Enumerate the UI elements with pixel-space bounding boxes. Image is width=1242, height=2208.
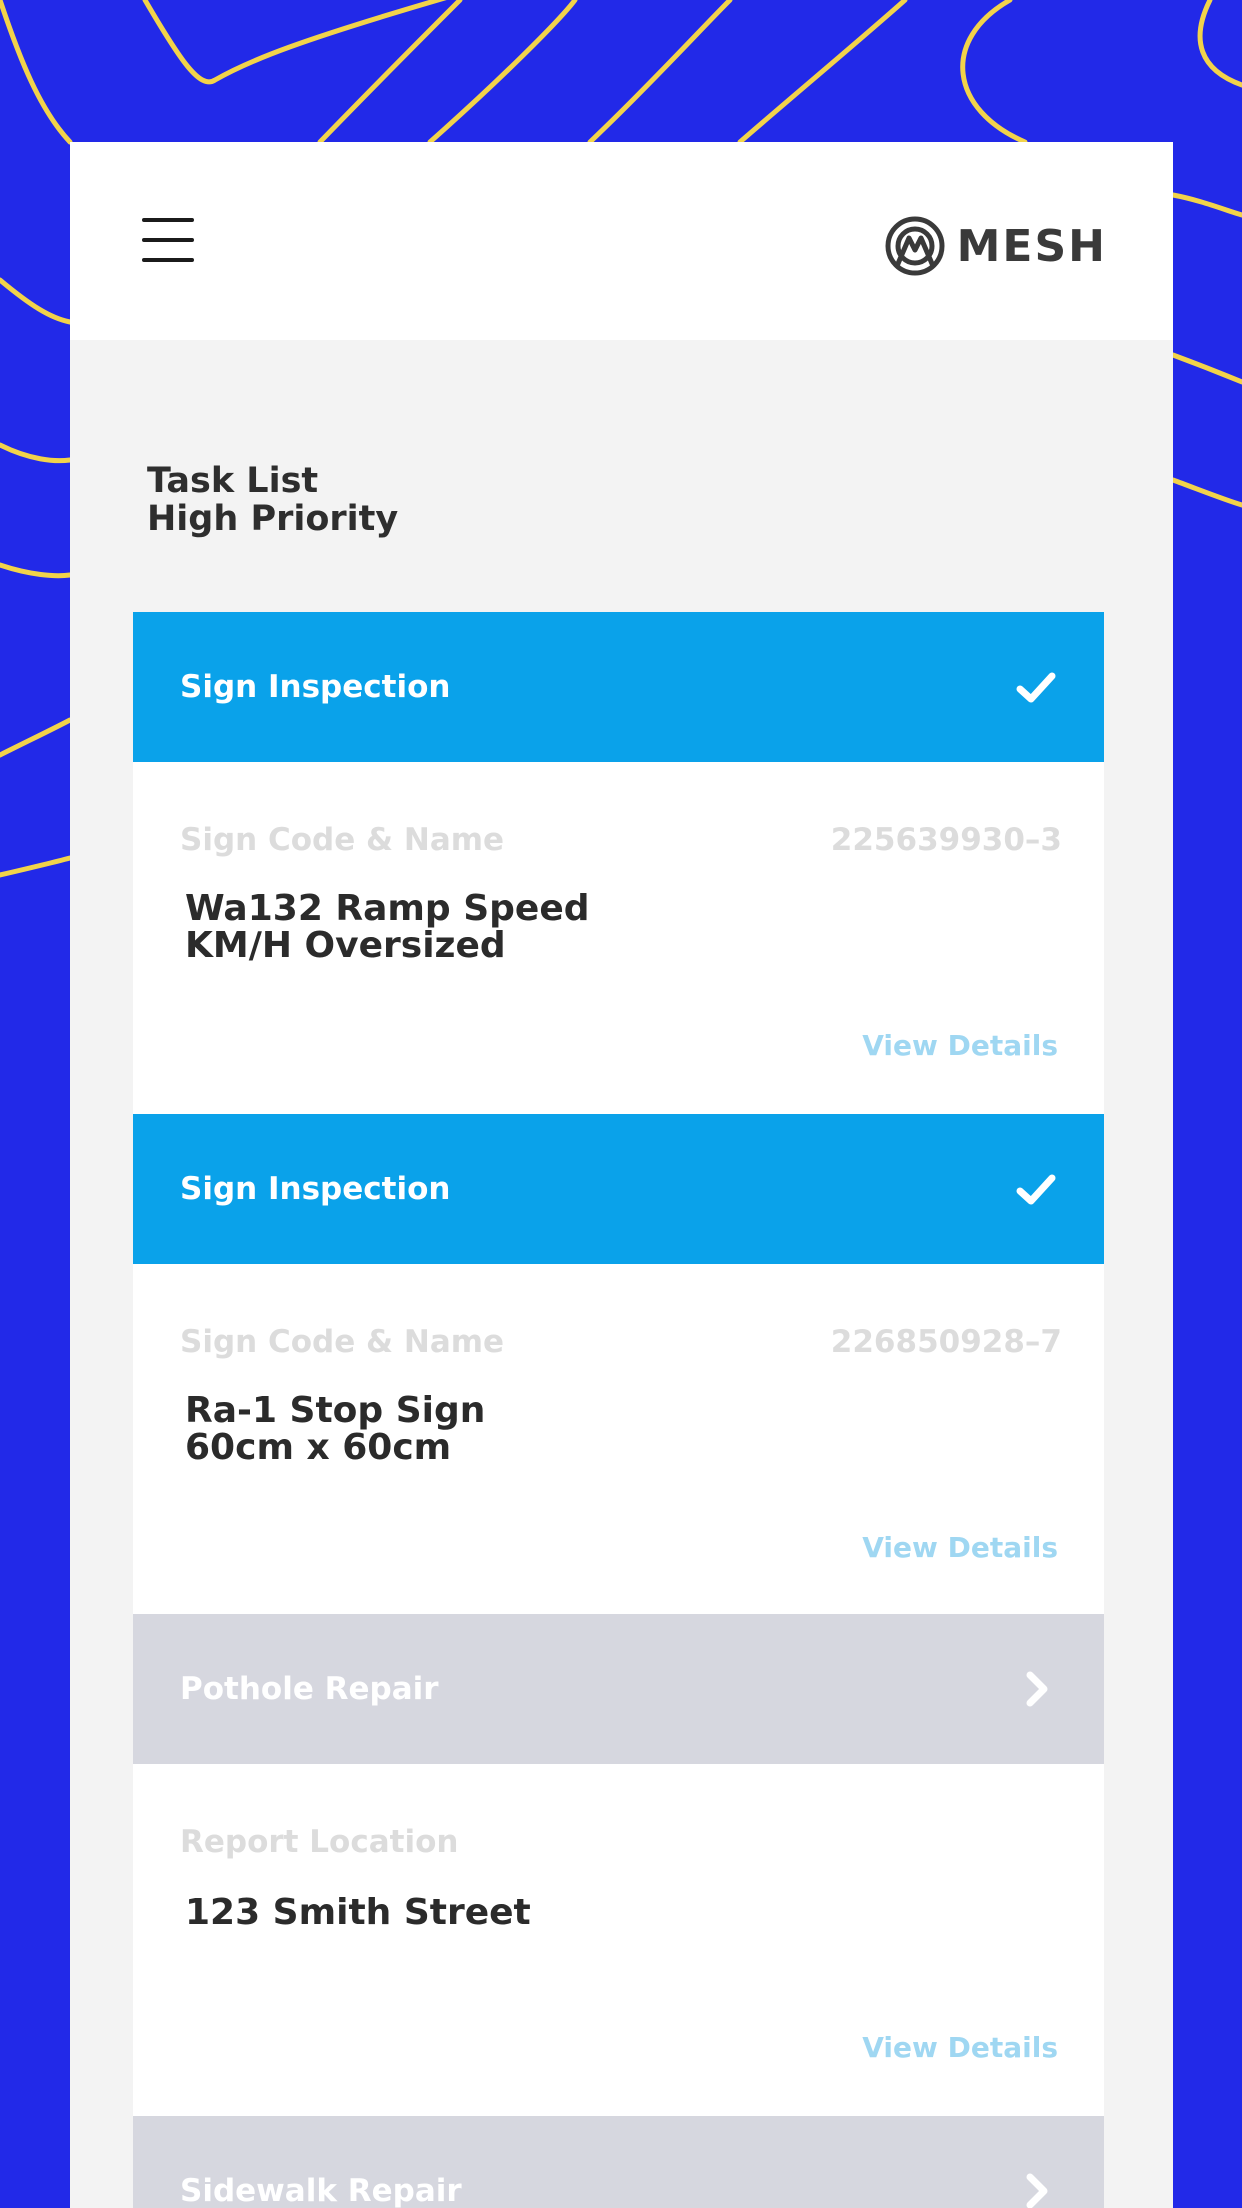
mesh-logo-icon — [885, 216, 945, 276]
task-header-sign-inspection[interactable]: Sign Inspection — [133, 612, 1104, 762]
task-title: Sign Inspection — [180, 1171, 451, 1207]
view-details-link[interactable]: View Details — [862, 1029, 1058, 1062]
report-location: 123 Smith Street — [185, 1894, 531, 1931]
task-card-body: Sign Code & Name 226850928–7 Ra-1 Stop S… — [133, 1264, 1104, 1616]
view-details-link[interactable]: View Details — [862, 2031, 1058, 2064]
report-location-value: 123 Smith Street — [185, 1892, 531, 1933]
task-card-body: Report Location 123 Smith Street View De… — [133, 1764, 1104, 2116]
task-title: Pothole Repair — [180, 1671, 439, 1707]
task-header-sign-inspection[interactable]: Sign Inspection — [133, 1114, 1104, 1264]
check-icon — [1016, 672, 1056, 703]
sign-name: Wa132 Ramp Speed KM/H Oversized — [185, 890, 590, 964]
field-label: Sign Code & Name — [180, 1324, 505, 1360]
task-title: Sign Inspection — [180, 669, 451, 705]
page-title-line1: Task List — [147, 461, 319, 501]
app-screen: MESH Task List High Priority Sign Inspec… — [70, 142, 1173, 2208]
task-header-pothole-repair[interactable]: Pothole Repair — [133, 1614, 1104, 1764]
mesh-logo: MESH — [883, 216, 1107, 276]
sign-code: 225639930–3 — [830, 822, 1062, 858]
logo-text: MESH — [956, 220, 1107, 272]
sign-name-line2: 60cm x 60cm — [185, 1427, 452, 1468]
chevron-right-icon — [1026, 2173, 1048, 2208]
sign-code: 226850928–7 — [830, 1324, 1062, 1360]
sign-name-line2: KM/H Oversized — [185, 925, 506, 966]
field-label: Sign Code & Name — [180, 822, 505, 858]
field-label: Report Location — [180, 1824, 459, 1860]
task-title: Sidewalk Repair — [180, 2173, 462, 2208]
page-title-line2: High Priority — [147, 499, 399, 539]
hamburger-menu-icon[interactable] — [142, 218, 194, 262]
app-header: MESH — [70, 142, 1173, 340]
task-header-sidewalk-repair[interactable]: Sidewalk Repair — [133, 2116, 1104, 2208]
sign-name-line1: Wa132 Ramp Speed — [185, 888, 590, 929]
task-card-body: Sign Code & Name 225639930–3 Wa132 Ramp … — [133, 762, 1104, 1114]
chevron-right-icon — [1026, 1671, 1048, 1707]
sign-name: Ra-1 Stop Sign 60cm x 60cm — [185, 1392, 485, 1466]
sign-name-line1: Ra-1 Stop Sign — [185, 1390, 486, 1431]
check-icon — [1016, 1174, 1056, 1205]
page-title: Task List High Priority — [147, 462, 398, 538]
view-details-link[interactable]: View Details — [862, 1531, 1058, 1564]
